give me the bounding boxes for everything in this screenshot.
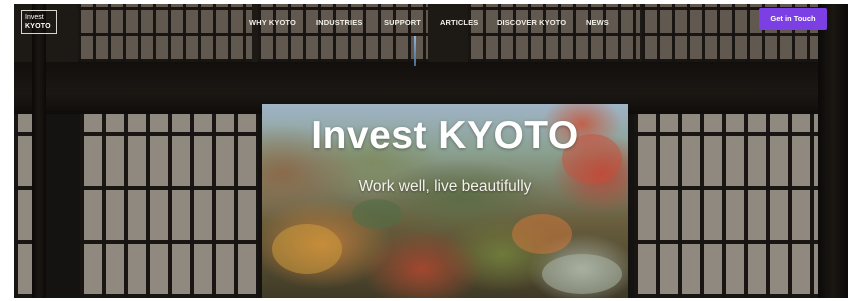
nav-item-discover-kyoto[interactable]: DISCOVER KYOTO	[497, 18, 566, 27]
nav-item-articles[interactable]: ARTICLES	[440, 18, 478, 27]
nav-item-why-kyoto[interactable]: WHY KYOTO	[249, 18, 296, 27]
nav-item-news[interactable]: NEWS	[586, 18, 609, 27]
top-shoji-screen	[468, 4, 640, 62]
site-logo[interactable]: Invest KYOTO	[21, 10, 57, 34]
wooden-post	[32, 4, 46, 298]
page-frame: Invest KYOTO Work well, live beautifully	[14, 4, 848, 298]
wooden-post	[818, 4, 848, 298]
get-in-touch-button[interactable]: Get in Touch	[759, 8, 827, 30]
foliage-patch	[542, 254, 622, 294]
shoji-screen-left	[80, 114, 258, 298]
active-nav-indicator	[414, 36, 416, 66]
shoji-screen-left-edge	[14, 114, 32, 298]
logo-line-1: Invest	[25, 14, 44, 21]
hero-title: Invest KYOTO	[311, 114, 579, 157]
top-shoji-screen	[78, 4, 252, 62]
foliage-patch	[352, 199, 402, 229]
shoji-screen-right	[634, 114, 818, 298]
logo-line-2: KYOTO	[25, 23, 51, 30]
nav-item-support[interactable]: SUPPORT	[384, 18, 421, 27]
foliage-patch	[272, 224, 342, 274]
nav-item-industries[interactable]: INDUSTRIES	[316, 18, 362, 27]
hero-subtitle: Work well, live beautifully	[358, 178, 532, 195]
foliage-patch	[512, 214, 572, 254]
top-shoji-screen	[258, 4, 428, 62]
hero-banner: Invest KYOTO Work well, live beautifully	[262, 104, 628, 298]
